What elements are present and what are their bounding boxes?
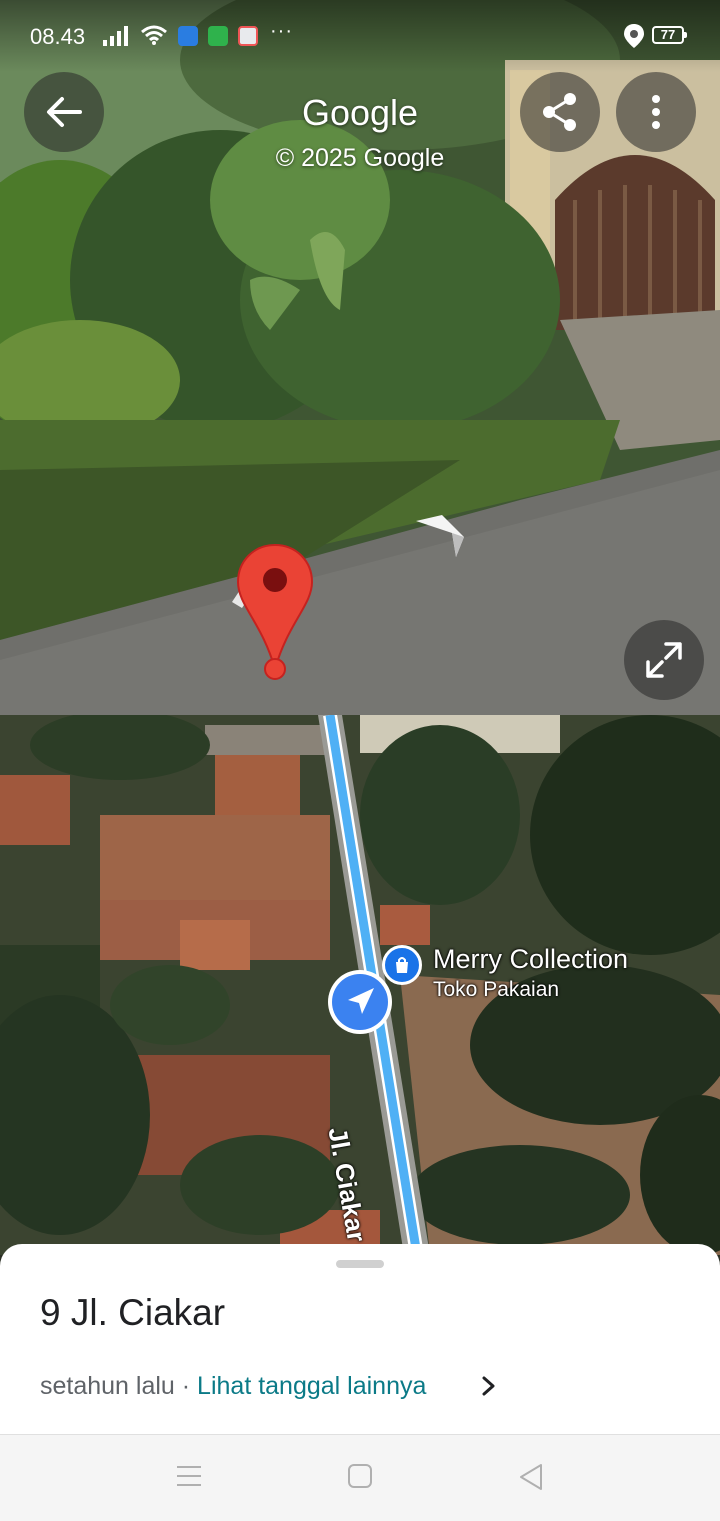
capture-date: setahun lalu · bbox=[40, 1372, 198, 1400]
back-icon[interactable] bbox=[518, 1463, 544, 1496]
expand-icon bbox=[646, 642, 682, 678]
bottom-sheet[interactable]: 9 Jl. Ciakar setahun lalu · Lihat tangga… bbox=[0, 1244, 720, 1434]
more-vert-icon bbox=[652, 95, 660, 129]
location-status-icon bbox=[624, 24, 644, 53]
current-view-marker bbox=[326, 968, 394, 1041]
poi-category: Toko Pakaian bbox=[433, 978, 560, 1001]
shopping-bag-icon bbox=[396, 957, 408, 973]
expand-button[interactable] bbox=[624, 620, 704, 700]
system-navigation-bar bbox=[0, 1434, 720, 1521]
chevron-right-icon[interactable] bbox=[480, 1375, 498, 1402]
location-pin-icon bbox=[236, 543, 314, 680]
more-notifications-icon: ··· bbox=[270, 20, 293, 42]
street-view-title: Google bbox=[301, 92, 419, 133]
copyright-label: © 2025 Google bbox=[275, 144, 445, 172]
home-icon[interactable] bbox=[347, 1463, 373, 1494]
wifi-icon bbox=[140, 24, 168, 51]
app-notification-icon bbox=[178, 26, 198, 46]
street-view-panorama[interactable]: 08.43 ··· 77 Google © 2025 Google bbox=[0, 0, 720, 715]
address-title: 9 Jl. Ciakar bbox=[40, 1292, 226, 1333]
see-more-dates-link[interactable]: Lihat tanggal lainnya bbox=[197, 1372, 426, 1400]
poi-name[interactable]: Merry Collection bbox=[433, 944, 628, 975]
app-notification-icon bbox=[238, 26, 258, 46]
location-pin bbox=[236, 543, 314, 686]
navigation-arrow[interactable] bbox=[416, 515, 466, 566]
chevron-right-icon bbox=[416, 515, 464, 557]
drag-handle[interactable] bbox=[336, 1260, 384, 1268]
signal-icon bbox=[103, 26, 131, 51]
status-time: 08.43 bbox=[30, 24, 86, 49]
navigation-arrow-icon bbox=[328, 970, 392, 1034]
more-options-button[interactable] bbox=[616, 72, 696, 152]
app-notification-icon bbox=[208, 26, 228, 46]
date-line: setahun lalu · Lihat tanggal lainnya bbox=[40, 1372, 426, 1401]
menu-icon[interactable] bbox=[175, 1463, 203, 1494]
share-icon bbox=[543, 93, 576, 131]
status-bar: 08.43 ··· 77 bbox=[0, 0, 720, 72]
battery-indicator: 77 bbox=[652, 26, 687, 44]
share-button[interactable] bbox=[520, 72, 600, 152]
